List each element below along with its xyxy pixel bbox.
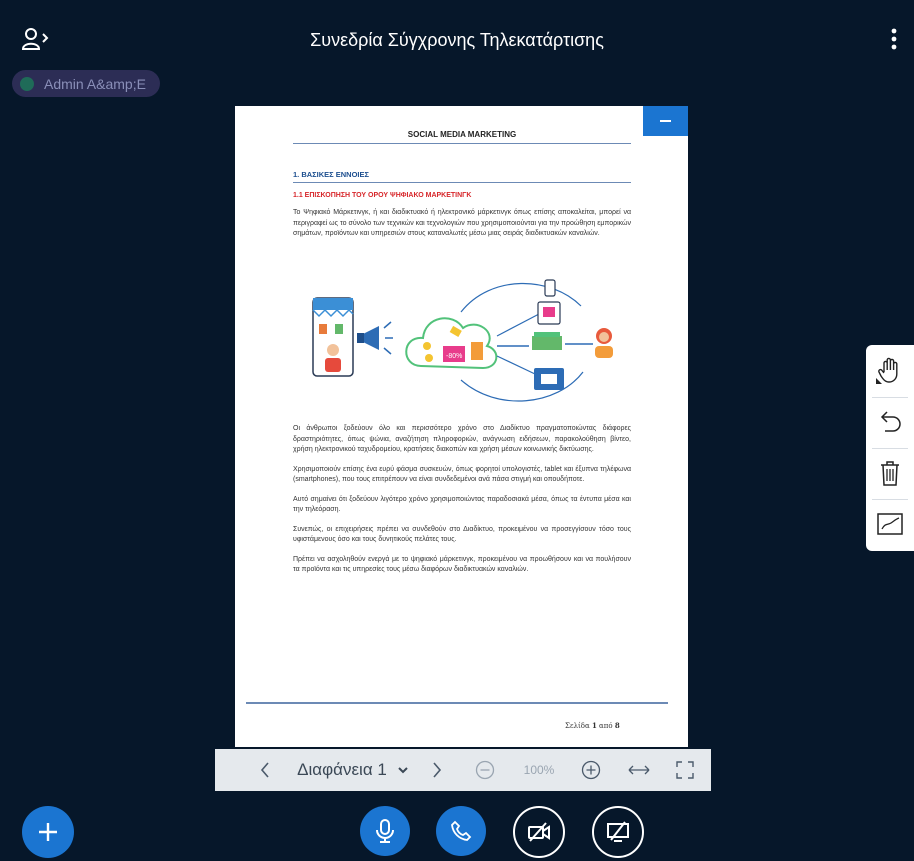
share-screen-button[interactable]: [592, 806, 644, 858]
slide-selector[interactable]: Διαφάνεια 1: [293, 749, 413, 791]
body-paragraph: Αυτό σημαίνει ότι ξοδεύουν λιγότερο χρόν…: [293, 495, 631, 514]
chevron-down-icon: [398, 767, 408, 774]
clear-annotations-button[interactable]: [866, 450, 914, 495]
add-icon: [39, 823, 57, 841]
tool-divider: [872, 448, 908, 449]
more-vertical-icon[interactable]: [886, 26, 902, 52]
zoom-in-button[interactable]: [579, 749, 603, 791]
undo-icon: [880, 410, 901, 432]
actions-add-button[interactable]: [22, 806, 74, 858]
discount-tag-text: -80%: [446, 353, 462, 360]
hand-tool-button[interactable]: [866, 347, 914, 392]
presentation-toolbar: Διαφάνεια 1 100%: [215, 749, 711, 791]
digital-marketing-illustration: -80%: [301, 276, 631, 404]
presenter-name: Admin A&amp;E: [44, 75, 146, 92]
intro-paragraph: Το Ψηφιακό Μάρκετινγκ, ή και διαδικτυακό…: [293, 209, 631, 237]
fullscreen-icon: [676, 761, 694, 779]
hand-tool-icon: [876, 357, 898, 384]
whiteboard-multiuser-icon: [877, 512, 903, 535]
minimize-presentation-button[interactable]: [643, 106, 688, 136]
fit-width-button[interactable]: [625, 749, 653, 791]
slide-body-paragraphs: Οι άνθρωποι ξοδεύουν όλο και περισσότερο…: [293, 424, 631, 585]
tool-divider: [872, 499, 908, 500]
slide-selector-label: Διαφάνεια 1: [297, 760, 387, 779]
body-paragraph: Πρέπει να ασχοληθούν ενεργά με το ψηφιακ…: [293, 555, 631, 574]
user-status-dot: [20, 76, 34, 91]
camera-off-icon: [528, 822, 550, 842]
zoom-level: 100%: [523, 763, 555, 777]
session-title: Συνεδρία Σύγχρονης Τηλεκατάρτισης: [310, 30, 604, 50]
presenter-pill[interactable]: Admin A&amp;E: [12, 70, 160, 97]
zoom-in-icon: [581, 760, 601, 780]
chevron-left-icon: [260, 762, 269, 778]
mute-microphone-button[interactable]: [360, 806, 410, 856]
leave-audio-button[interactable]: [436, 806, 486, 856]
trash-icon: [881, 460, 899, 486]
annotation-toolbar: [866, 345, 914, 551]
whiteboard-multiuser-button[interactable]: [866, 501, 914, 546]
zoom-out-button[interactable]: [473, 749, 497, 791]
footer-divider: [246, 702, 668, 704]
chevron-right-icon: [433, 762, 442, 778]
slide-document: SOCIAL MEDIA MARKETING 1. ΒΑΣΙΚΕΣ ΕΝΝΟΙΕ…: [293, 130, 631, 240]
body-paragraph: Οι άνθρωποι ξοδεύουν όλο και περισσότερο…: [293, 425, 631, 453]
body-paragraph: Συνεπώς, οι επιχειρήσεις πρέπει να συνδε…: [293, 525, 631, 544]
zoom-out-icon: [475, 760, 495, 780]
body-paragraph: Χρησιμοποιούν επίσης ένα ευρύ φάσμα συσκ…: [293, 465, 631, 484]
previous-slide-button[interactable]: [253, 749, 277, 791]
share-webcam-button[interactable]: [513, 806, 565, 858]
subsection-heading: 1.1 ΕΠΙΣΚΟΠΗΣΗ ΤΟΥ ΟΡΟΥ ΨΗΦΙΑΚΟ ΜΑΡΚΕΤΙΝ…: [293, 192, 472, 199]
phone-icon: [451, 820, 472, 841]
tool-divider: [872, 397, 908, 398]
next-slide-button[interactable]: [425, 749, 449, 791]
top-bar: Συνεδρία Σύγχρονης Τηλεκατάρτισης: [0, 0, 914, 80]
microphone-icon: [376, 819, 394, 843]
screenshare-off-icon: [607, 821, 629, 842]
section-heading: 1. ΒΑΣΙΚΕΣ ΕΝΝΟΙΕΣ: [293, 170, 631, 183]
fullscreen-button[interactable]: [671, 749, 699, 791]
undo-button[interactable]: [866, 399, 914, 444]
doc-title: SOCIAL MEDIA MARKETING: [293, 130, 631, 144]
page-number-label: Σελίδα 1 από 8: [565, 721, 620, 730]
fit-width-icon: [628, 765, 650, 775]
